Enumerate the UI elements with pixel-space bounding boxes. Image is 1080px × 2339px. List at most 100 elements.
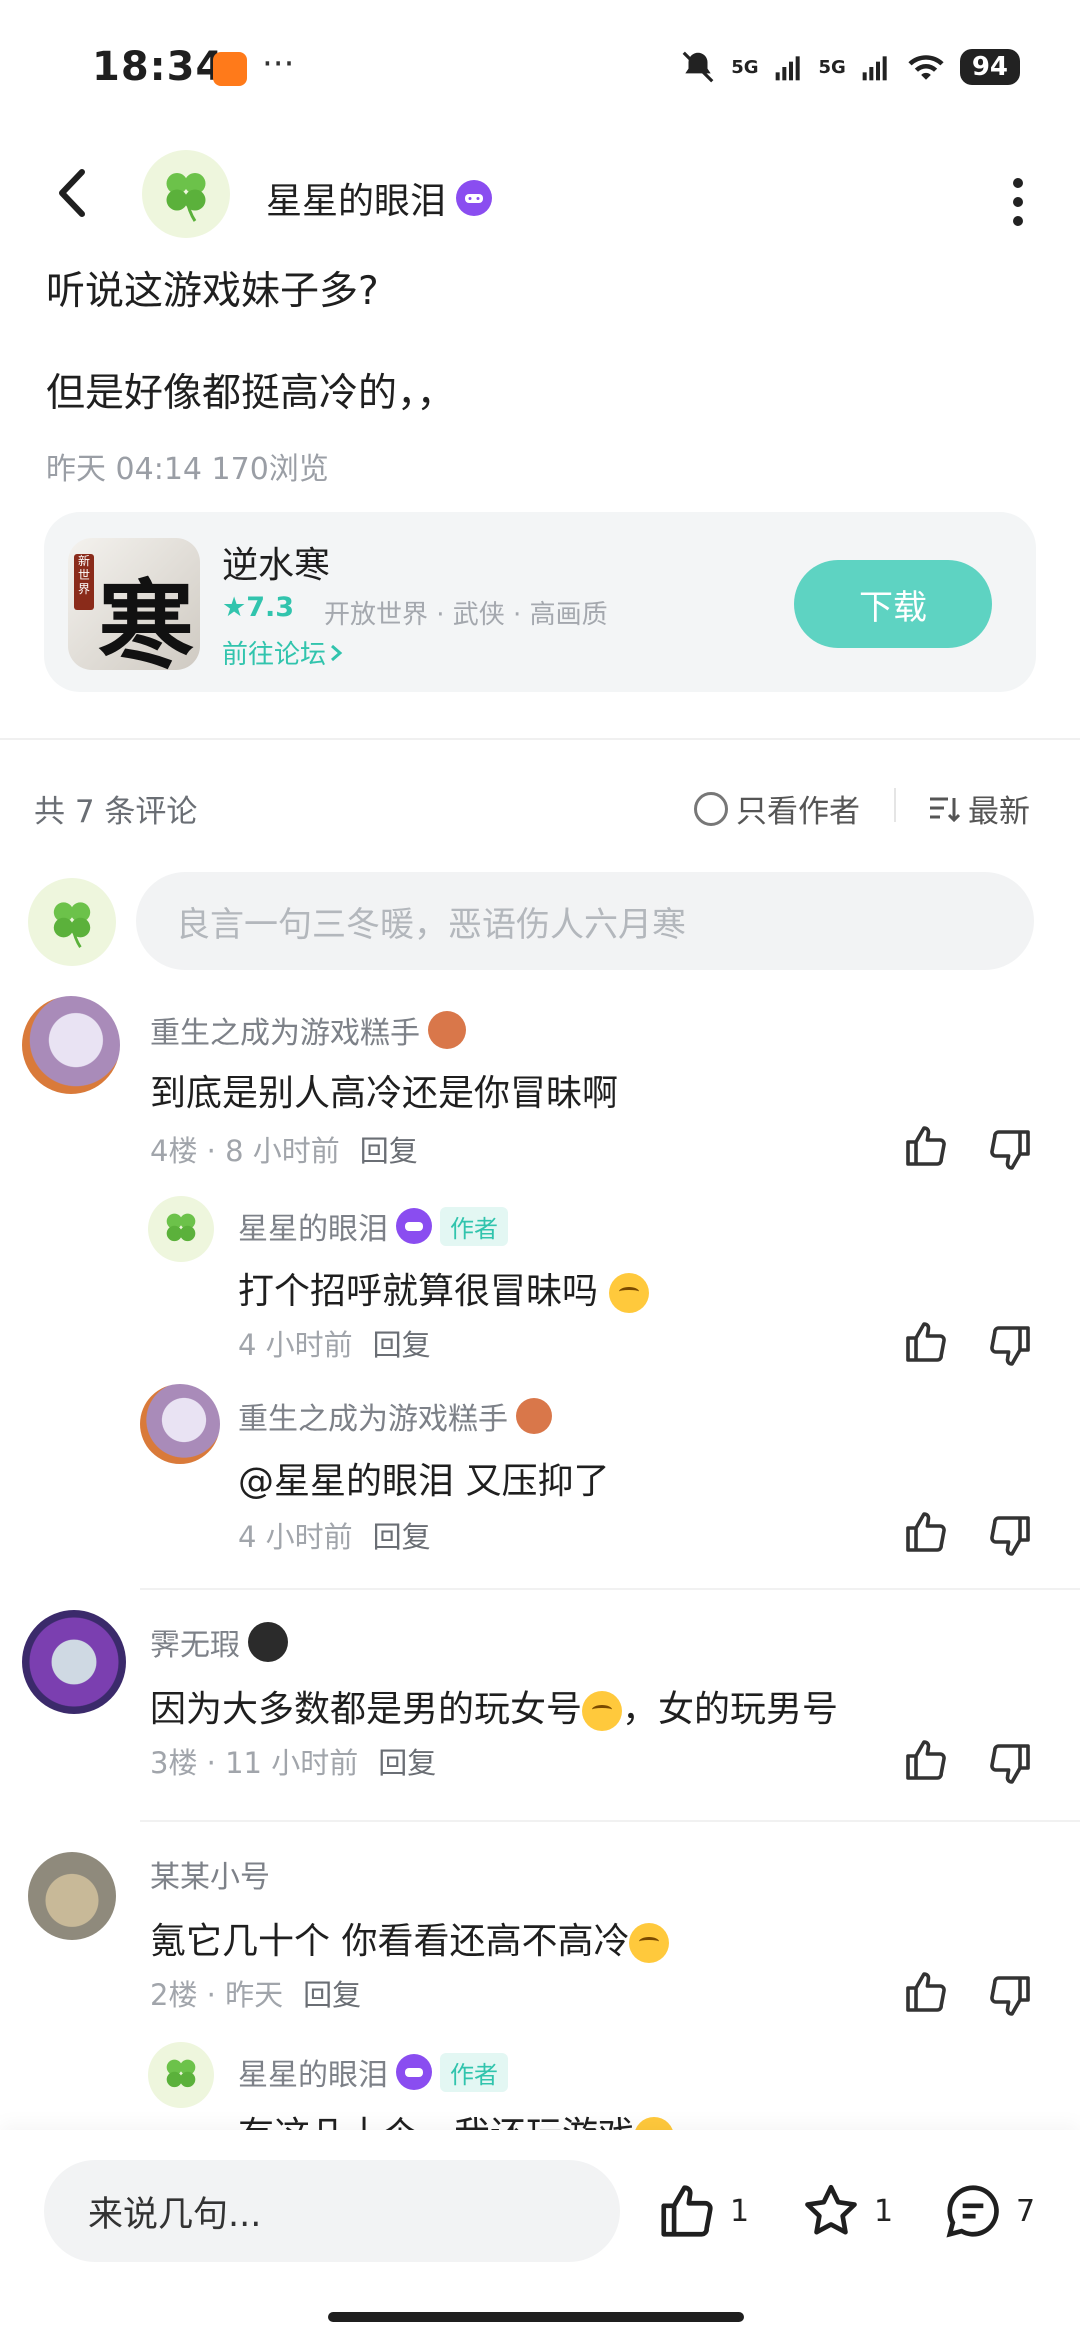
reply-author[interactable]: 星星的眼泪 作者 xyxy=(238,2050,508,2094)
only-author-toggle[interactable]: 只看作者 xyxy=(694,786,860,831)
comment-author[interactable]: 重生之成为游戏糕手 xyxy=(150,1008,466,1052)
game-icon: 新世界 寒 xyxy=(68,538,200,670)
author-tag: 作者 xyxy=(440,1206,508,1246)
favorite-count: 1 xyxy=(874,2193,894,2229)
favorite-action[interactable]: 1 xyxy=(800,2180,893,2242)
reply-button[interactable]: 回复 xyxy=(360,1128,418,1170)
emoji-icon xyxy=(609,1273,650,1313)
user-badge-icon xyxy=(248,1622,288,1662)
forum-link-label: 前往论坛 xyxy=(222,640,327,670)
thumb-down-icon[interactable] xyxy=(986,1322,1034,1370)
sort-button[interactable]: 最新 xyxy=(928,786,1030,831)
clover-icon xyxy=(166,2059,196,2088)
emoji-icon xyxy=(582,1691,623,1731)
comment-bubble-icon xyxy=(946,2185,999,2238)
comment-divider xyxy=(140,1588,1080,1590)
comment-text: 到底是别人高冷还是你冒昧啊 xyxy=(150,1073,619,1114)
thumb-down-icon[interactable] xyxy=(986,1740,1034,1788)
reply-text: 打个招呼就算很冒昧吗 xyxy=(238,1262,650,1314)
reply-time: 4 小时前 xyxy=(238,1520,353,1554)
comment-text-content: 氪它几十个 你看看还高不高冷 xyxy=(150,1921,630,1962)
commenter-avatar[interactable] xyxy=(22,996,120,1094)
reply-author-name: 重生之成为游戏糕手 xyxy=(238,1402,508,1437)
commenter-avatar[interactable] xyxy=(28,1852,116,1940)
comment-divider xyxy=(140,1820,1080,1822)
status-time: 18:34 xyxy=(92,44,225,90)
thumb-down-icon[interactable] xyxy=(986,1512,1034,1560)
reply-author[interactable]: 重生之成为游戏糕手 xyxy=(238,1394,552,1438)
clover-icon xyxy=(53,902,91,948)
game-rating: ★ 7.3 xyxy=(222,592,294,623)
network-type-1: 5G xyxy=(731,56,759,78)
battery-indicator: 94 xyxy=(959,49,1020,85)
reply-button[interactable]: 回复 xyxy=(303,1972,361,2014)
thumb-up-icon[interactable] xyxy=(902,1508,950,1556)
author-name: 星星的眼泪 xyxy=(266,181,447,222)
reply-button[interactable]: 回复 xyxy=(378,1740,436,1782)
like-action[interactable]: 1 xyxy=(656,2180,749,2242)
chevron-right-icon xyxy=(331,644,343,661)
comment-meta: 2楼 · 昨天 回复 xyxy=(150,1972,361,2014)
comment-meta: 3楼 · 11 小时前 回复 xyxy=(150,1740,436,1782)
status-icons: 5G 5G 94 xyxy=(679,48,1020,86)
post-body: 但是好像都挺高冷的，， xyxy=(46,371,456,416)
radio-circle-icon xyxy=(694,791,728,826)
reply-meta: 4 小时前 回复 xyxy=(238,1322,431,1364)
signal-icon xyxy=(775,56,800,81)
status-more: ··· xyxy=(262,44,295,84)
reply-avatar[interactable] xyxy=(148,1196,214,1262)
comment-author[interactable]: 霁无瑕 xyxy=(150,1620,288,1664)
more-options-icon[interactable] xyxy=(1012,178,1024,226)
reply-avatar[interactable] xyxy=(148,2042,214,2108)
my-avatar xyxy=(28,878,116,966)
comment-floor-time: 3楼 · 11 小时前 xyxy=(150,1746,359,1780)
back-arrow-icon[interactable] xyxy=(52,168,92,218)
thumb-down-icon[interactable] xyxy=(986,1972,1034,2020)
comment-action[interactable]: 7 xyxy=(942,2180,1035,2242)
reply-author-name: 星星的眼泪 xyxy=(238,1212,388,1247)
thumb-up-icon[interactable] xyxy=(902,1122,950,1170)
app-notification-icon xyxy=(213,52,247,86)
comment-author-name: 某某小号 xyxy=(150,1860,270,1895)
forum-link[interactable]: 前往论坛 xyxy=(222,634,346,671)
reply-button[interactable]: 回复 xyxy=(373,1514,431,1556)
bell-muted-icon xyxy=(682,51,714,83)
commenter-avatar[interactable] xyxy=(22,1610,126,1714)
comment-author-name: 霁无瑕 xyxy=(150,1628,240,1663)
divider xyxy=(0,738,1080,740)
comment-input[interactable]: 良言一句三冬暖，恶语伤人六月寒 xyxy=(136,872,1034,970)
thumb-up-icon[interactable] xyxy=(902,1968,950,2016)
reply-author-name: 星星的眼泪 xyxy=(238,2058,388,2093)
emoji-icon xyxy=(629,1923,670,1963)
thumb-down-icon[interactable] xyxy=(986,1126,1034,1174)
comment-floor-time: 4楼 · 8 小时前 xyxy=(150,1134,340,1168)
reply-button[interactable]: 回复 xyxy=(373,1322,431,1364)
star-icon xyxy=(805,2184,857,2235)
game-card[interactable]: 新世界 寒 逆水寒 ★ 7.3 开放世界 · 武侠 · 高画质 前往论坛 下载 xyxy=(44,512,1036,692)
home-indicator[interactable] xyxy=(328,2312,744,2322)
like-count: 1 xyxy=(730,2193,750,2229)
game-name: 逆水寒 xyxy=(222,545,331,586)
game-icon-glyph: 寒 xyxy=(98,569,194,670)
author-avatar[interactable] xyxy=(142,150,230,238)
say-input[interactable]: 来说几句... xyxy=(44,2160,620,2262)
comment-author[interactable]: 某某小号 xyxy=(150,1852,270,1896)
gamepad-badge-icon xyxy=(396,2054,432,2090)
wifi-icon xyxy=(908,55,944,80)
user-badge-icon xyxy=(428,1011,466,1049)
reply-avatar[interactable] xyxy=(140,1384,220,1464)
signal-icon-2 xyxy=(862,56,887,81)
post-author[interactable]: 星星的眼泪 xyxy=(266,172,493,224)
clover-icon xyxy=(166,1213,196,1242)
reply-author[interactable]: 星星的眼泪 作者 xyxy=(238,1204,508,1248)
reply-meta: 4 小时前 回复 xyxy=(238,1514,431,1556)
thumb-up-icon[interactable] xyxy=(902,1318,950,1366)
download-button[interactable]: 下载 xyxy=(794,560,992,648)
thumb-up-icon[interactable] xyxy=(902,1736,950,1784)
bottom-bar: 来说几句... 1 1 7 xyxy=(0,2130,1080,2339)
post-meta: 昨天 04:14 170浏览 xyxy=(46,452,329,487)
rating-value: 7.3 xyxy=(246,592,295,623)
reply-text-content: 打个招呼就算很冒昧吗 xyxy=(238,1271,599,1312)
only-author-label: 只看作者 xyxy=(736,794,860,830)
sort-icon xyxy=(930,797,960,822)
